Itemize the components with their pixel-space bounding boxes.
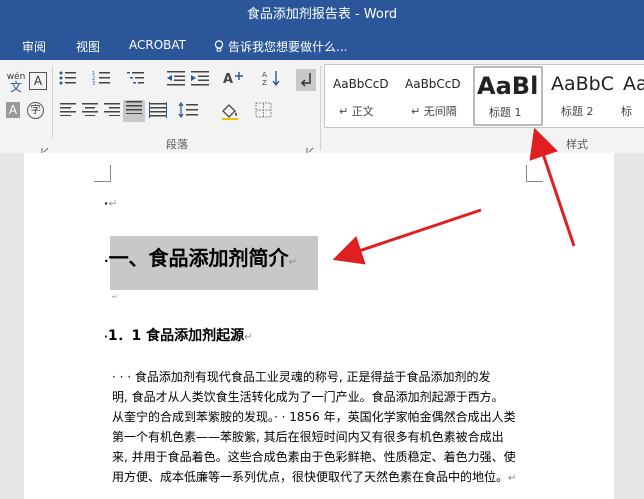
body-line: 第一个有机色素——苯胺紫, 其后在很短时间内又有很多有机色素被合成出 [112,430,504,444]
paragraph-mark: ↵ [244,332,253,343]
character-shading-button[interactable]: A [6,102,20,118]
character-shading-label: A [8,103,18,117]
borders-button[interactable] [254,102,274,122]
decrease-indent-button[interactable] [166,70,186,90]
heading2[interactable]: ·1．1 食品添加剂起源↵ [104,325,253,345]
paragraph-mark: ↵ [508,473,517,484]
svg-text:3: 3 [92,81,95,86]
svg-text:A: A [223,72,233,86]
style-name: 标题 2 [561,105,594,118]
style-name: ↵ 正文 [339,105,374,118]
empty-paragraph-mark: ↵ [112,293,118,301]
justify-icon [126,101,142,114]
body-paragraph[interactable]: · · · 食品添加剂有现代食品工业灵魂的称号, 正是得益于食品添加剂的发 明,… [112,367,532,489]
tell-me-box[interactable]: 告诉我您想要做什么... [214,38,347,55]
paragraph-mark: ↵ [112,293,118,301]
body-line: 用方便、成本低廉等一系列优点，很快便取代了天然色素在食品中的地位。 [112,470,509,484]
line-spacing-icon [178,101,198,119]
tell-me-text: 告诉我您想要做什么... [228,40,348,54]
character-border-button[interactable]: A [29,72,47,90]
style-name: 标 [621,105,632,118]
paragraph-mark: ↵ [288,257,297,268]
style-heading-more[interactable]: Aa 标 [619,65,644,125]
chinese-layout-button[interactable]: A [222,70,243,90]
enclose-characters-label: 字 [30,105,41,116]
page-corner-mark [94,165,111,182]
style-preview: AaBbCcD [405,77,461,91]
styles-gallery: AaBbCcD ↵ 正文 AaBbCcD ↵ 无间隔 AaBl 标题 1 AaB… [324,64,644,128]
phonetic-guide-bottom: 文 [9,80,22,94]
align-left-button[interactable] [58,102,78,122]
group-separator [52,66,53,138]
distributed-icon [149,102,167,118]
empty-paragraph: ·↵ [104,197,118,210]
style-heading2[interactable]: AaBbC 标题 2 [547,65,617,125]
group-separator [320,66,321,150]
align-right-button[interactable] [102,102,122,122]
sort-button[interactable]: AZ [262,70,282,90]
body-line: 从奎宁的合成到苯紫胺的发现。· · 1856 年，英国化学家帕金偶然合成出人类 [112,410,516,424]
lightbulb-icon [214,40,224,52]
character-border-label: A [33,74,43,88]
shading-button[interactable] [220,102,240,122]
enclose-characters-button[interactable]: 字 [27,102,44,119]
align-center-button[interactable] [80,102,100,122]
tab-review[interactable]: 审阅 [22,38,46,55]
style-no-spacing[interactable]: AaBbCcD ↵ 无间隔 [401,65,471,125]
page-corner-mark [526,165,543,182]
bullets-button[interactable] [58,70,78,90]
justify-button[interactable] [123,100,145,122]
line-spacing-button[interactable] [178,101,198,122]
paragraph-mark: ↵ [108,197,118,210]
sort-icon: AZ [262,71,280,87]
style-heading1[interactable]: AaBl 标题 1 [473,66,543,126]
body-line: 明, 食品才从人类饮食生活转化成为了一门产业。食品添加剂起源于西方。 [112,390,504,404]
window-title: 食品添加剂报告表 - Word [246,7,398,22]
heading2-text: 1．1 食品添加剂起源 [107,328,245,344]
align-right-icon [104,103,120,116]
style-preview: AaBbCcD [333,77,389,91]
increase-indent-button[interactable] [190,70,210,90]
ribbon-tab-bar: 审阅 视图 ACROBAT 告诉我您想要做什么... [0,30,644,60]
font-dialog-launcher[interactable] [41,140,49,155]
title-bar: 食品添加剂报告表 - Word [0,0,644,30]
distributed-button[interactable] [148,102,168,122]
svg-text:Z: Z [262,79,267,86]
style-preview: AaBl [477,72,539,100]
show-hide-marks-button[interactable] [296,69,316,91]
style-normal[interactable]: AaBbCcD ↵ 正文 [329,65,399,125]
body-line-last: 用方便、成本低廉等一系列优点，很快便取代了天然色素在食品中的地位。↵ [112,467,532,489]
increase-indent-icon [191,71,209,86]
multilevel-list-icon [127,72,144,84]
paint-bucket-icon [222,104,238,120]
chinese-layout-icon: A [223,72,243,87]
body-line: · · · 食品添加剂有现代食品工业灵魂的称号, 正是得益于食品添加剂的发 [112,370,491,384]
style-preview: AaBbC [551,73,615,95]
paragraph-group-label: 段落 [166,138,188,151]
heading1[interactable]: ·一、食品添加剂简介↵ [104,242,297,271]
bullets-icon [59,71,76,85]
paragraph-mark-icon [300,73,311,87]
paragraph-dialog-launcher[interactable] [306,140,314,155]
borders-icon [255,102,272,118]
multilevel-list-button[interactable] [126,70,146,90]
numbering-button[interactable]: 123 [92,70,112,90]
heading1-text: 一、食品添加剂简介 [108,246,289,270]
style-preview: Aa [623,73,644,95]
body-line: 来, 并用于食品着色。这些合成色素由于色彩鲜艳、性质稳定、着色力强、使 [112,450,516,464]
decrease-indent-icon [167,71,185,86]
styles-group-label: 样式 [566,138,588,151]
numbering-icon: 123 [92,71,110,87]
tab-acrobat[interactable]: ACROBAT [129,38,186,52]
style-name: 标题 1 [489,106,522,119]
tab-view[interactable]: 视图 [76,38,100,55]
style-name: ↵ 无间隔 [411,105,457,118]
svg-text:A: A [262,71,267,79]
document-page[interactable]: ·↵ ·一、食品添加剂简介↵ ↵ ·1．1 食品添加剂起源↵ · · · 食品添… [24,153,614,499]
phonetic-guide-button[interactable]: wén 文 [6,72,26,96]
align-center-icon [82,103,98,116]
align-left-icon [60,103,76,116]
